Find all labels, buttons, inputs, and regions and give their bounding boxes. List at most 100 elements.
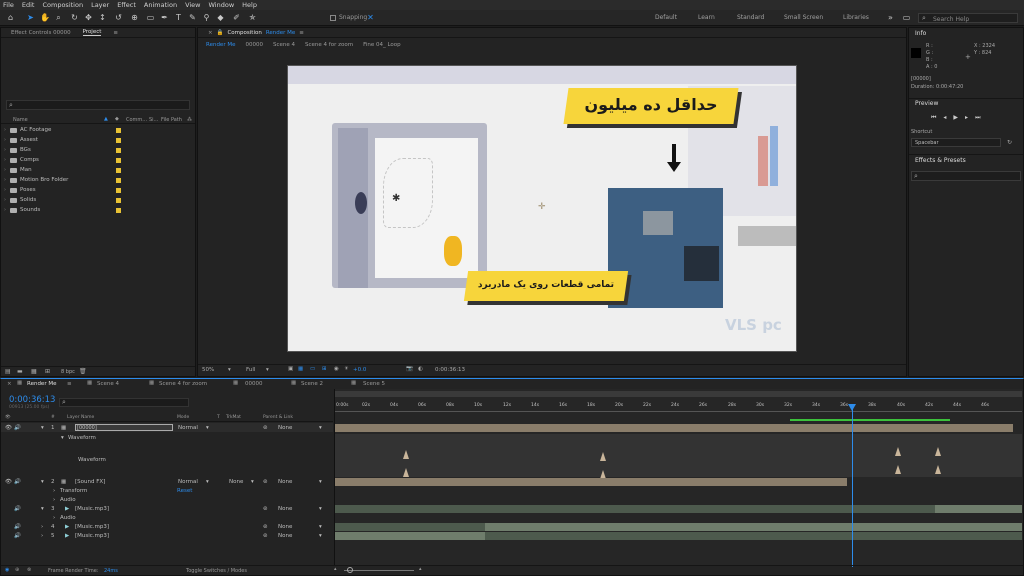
panel-menu-icon[interactable]: ≡ — [67, 381, 72, 387]
timeline-tab[interactable]: Scene 2 — [301, 381, 323, 387]
flowchart-icon[interactable]: ⊞ — [45, 368, 50, 375]
audio-icon[interactable]: 🔊 — [14, 506, 21, 512]
layer-parent[interactable]: None — [278, 533, 292, 539]
timeline-tab[interactable]: Scene 4 for zoom — [159, 381, 207, 387]
list-item[interactable]: › Solids — [1, 195, 195, 205]
previous-frame-icon[interactable]: ◂ — [943, 114, 946, 122]
sort-ascending-icon[interactable]: ▲ — [104, 116, 108, 122]
zoom-in-icon[interactable]: ▴ — [419, 566, 422, 572]
table-row[interactable]: 🔊 ▾ 3 ▶ [Music.mp3] ⊚ None ▾ — [1, 504, 333, 513]
list-item[interactable]: › Comps — [1, 155, 195, 165]
layer-parent[interactable]: None — [278, 479, 292, 485]
reset-link[interactable]: Reset — [177, 488, 192, 494]
list-item[interactable]: › Poses — [1, 185, 195, 195]
label-color-swatch[interactable] — [116, 197, 121, 203]
more-workspaces-icon[interactable]: » — [886, 13, 895, 22]
chevron-down-icon[interactable]: ▾ — [319, 533, 322, 539]
table-row[interactable]: 👁 🔊 ▾ 1 ▦ [00000] Normal ▾ ⊚ None ▾ — [1, 423, 333, 432]
workspace-standard[interactable]: Standard — [737, 14, 764, 21]
tab-effect-controls[interactable]: Effect Controls 00000 — [11, 30, 71, 36]
property-row[interactable]: › Audio — [1, 495, 333, 504]
breadcrumb-item[interactable]: Scene 4 — [273, 42, 295, 48]
work-area-bar[interactable] — [335, 391, 1022, 397]
column-comment[interactable]: Comm... — [126, 117, 147, 123]
list-item[interactable]: › AC Footage — [1, 125, 195, 135]
layer-bar[interactable] — [335, 523, 485, 531]
composition-viewer[interactable]: ✱ حداقل ده میلیون تمامی قطعات روی یک ماد… — [287, 65, 797, 352]
dolly-tool-icon[interactable]: ↕ — [98, 13, 107, 22]
layer-mode[interactable]: Normal — [178, 479, 198, 485]
chevron-right-icon[interactable]: › — [4, 127, 6, 133]
property-row[interactable]: › Transform Reset — [1, 486, 333, 495]
play-icon[interactable]: ▶ — [953, 114, 958, 122]
label-color-swatch[interactable] — [116, 147, 121, 153]
chevron-right-icon[interactable]: › — [41, 524, 43, 530]
timeline-search-input[interactable]: ⌕ — [59, 398, 189, 407]
timeline-tab[interactable]: Render Me — [27, 381, 56, 387]
layer-trkmat[interactable]: None — [229, 479, 243, 485]
chevron-down-icon[interactable]: ▾ — [251, 479, 254, 485]
last-frame-icon[interactable]: ⏭ — [975, 114, 980, 122]
region-of-interest-icon[interactable]: ▣ — [288, 366, 293, 372]
mask-visibility-icon[interactable]: ▭ — [310, 366, 315, 372]
tab-composition-label[interactable]: Composition — [227, 30, 261, 36]
orbit-tool-icon[interactable]: ↻ — [70, 13, 79, 22]
chevron-right-icon[interactable]: › — [4, 167, 6, 173]
layer-bar[interactable] — [335, 532, 485, 540]
workspace-small-screen[interactable]: Small Screen — [784, 14, 823, 21]
playhead-handle[interactable] — [848, 404, 856, 411]
chevron-right-icon[interactable]: › — [4, 157, 6, 163]
layer-name[interactable]: [Music.mp3] — [75, 524, 109, 530]
layer-parent[interactable]: None — [278, 506, 292, 512]
chevron-right-icon[interactable]: › — [53, 488, 55, 494]
show-snapshot-icon[interactable]: ◐ — [418, 366, 423, 372]
column-size[interactable]: Si... — [149, 117, 158, 123]
close-icon[interactable]: × — [208, 30, 213, 36]
close-icon[interactable]: × — [7, 381, 12, 387]
grid-guides-icon[interactable]: ⊞ — [322, 366, 327, 372]
breadcrumb-item[interactable]: Scene 4 for zoom — [305, 42, 353, 48]
dependency-icon[interactable]: ⁂ — [187, 117, 192, 123]
zoom-out-icon[interactable]: ▴ — [334, 566, 337, 572]
current-time-display[interactable]: 0:00:36:13 — [9, 395, 55, 405]
workspace-menu-icon[interactable]: ▭ — [902, 13, 911, 22]
chevron-down-icon[interactable]: ▾ — [319, 425, 322, 431]
property-row[interactable]: ▾ Waveform — [1, 433, 333, 442]
panel-menu-icon[interactable]: ≡ — [113, 30, 118, 36]
layer-bar[interactable] — [335, 478, 847, 486]
breadcrumb-item[interactable]: Fine 04_ Loop — [363, 42, 401, 48]
breadcrumb-item[interactable]: 00000 — [245, 42, 263, 48]
audio-icon[interactable]: 🔊 — [14, 524, 21, 530]
layer-bar[interactable] — [485, 532, 1022, 540]
eraser-tool-icon[interactable]: ◆ — [216, 13, 225, 22]
anchor-tool-icon[interactable]: ⊕ — [130, 13, 139, 22]
pickwhip-icon[interactable]: ⊚ — [263, 479, 268, 485]
lock-icon[interactable]: 🔒 — [217, 30, 224, 36]
exposure-value[interactable]: +0.0 — [353, 367, 366, 373]
chevron-right-icon[interactable]: › — [41, 533, 43, 539]
label-color-swatch[interactable] — [116, 177, 121, 183]
trash-icon[interactable]: 🗑 — [79, 368, 87, 375]
list-item[interactable]: › Man — [1, 165, 195, 175]
pan-tool-icon[interactable]: ✥ — [84, 13, 93, 22]
shortcut-dropdown[interactable]: Spacebar — [911, 138, 1001, 147]
timeline-tab[interactable]: 00000 — [245, 381, 263, 387]
chevron-down-icon[interactable]: ▾ — [319, 506, 322, 512]
workspace-libraries[interactable]: Libraries — [843, 14, 869, 21]
label-color-swatch[interactable] — [116, 157, 121, 163]
layer-name[interactable]: [Sound FX] — [75, 479, 105, 485]
menu-animation[interactable]: Animation — [144, 1, 177, 9]
menu-file[interactable]: File — [3, 1, 14, 9]
audio-icon[interactable]: 🔊 — [14, 533, 21, 539]
exposure-reset-icon[interactable]: ☀ — [344, 366, 349, 372]
menu-composition[interactable]: Composition — [42, 1, 83, 9]
puppet-tool-icon[interactable]: ✯ — [248, 13, 257, 22]
layer-name-field[interactable]: [00000] — [75, 424, 173, 431]
layer-bar-segment[interactable] — [935, 505, 1022, 513]
menu-help[interactable]: Help — [242, 1, 257, 9]
label-color-swatch[interactable] — [116, 187, 121, 193]
chevron-down-icon[interactable]: ▾ — [41, 479, 44, 485]
color-channels-icon[interactable]: ◉ — [334, 366, 339, 372]
zoom-tool-icon[interactable]: ⌕ — [54, 13, 63, 22]
menu-view[interactable]: View — [185, 1, 200, 9]
